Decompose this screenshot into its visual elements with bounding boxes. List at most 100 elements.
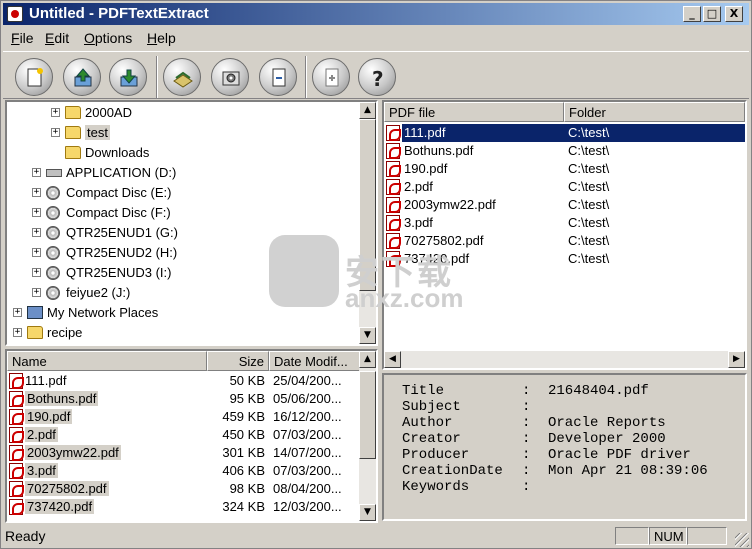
pdf-file-icon [9,445,24,461]
tree-item[interactable]: + test [7,123,359,143]
pdf-file-icon [9,427,24,443]
pdf-folder: C:\test\ [568,215,610,230]
file-date: 05/06/200... [273,391,342,406]
pdf-file-icon [9,481,24,497]
file-row[interactable]: 111.pdf 50 KB 25/04/200... [7,372,359,390]
menu-edit[interactable]: Edit [45,30,69,46]
pdf-file-icon [386,215,401,231]
tree-item[interactable]: +2000AD [7,103,359,123]
minimize-button[interactable]: _ [683,6,701,22]
tree-item[interactable]: + recipe [7,323,359,343]
title-bar[interactable]: Untitled - PDFTextExtract _ □ X [3,3,749,25]
pdf-row[interactable]: Bothuns.pdf C:\test\ [384,142,745,160]
scroll-down-button[interactable]: ▼ [359,327,376,344]
file-name: 737420.pdf [25,499,95,514]
file-row[interactable]: 737420.pdf 324 KB 12/03/200... [7,498,359,516]
tree-item-label: Compact Disc (F:) [66,205,171,220]
menu-help[interactable]: Help [147,30,176,46]
maximize-button[interactable]: □ [703,6,721,22]
pdf-folder: C:\test\ [568,179,610,194]
expand-toggle-icon[interactable]: + [32,208,41,217]
pdf-list[interactable]: PDF file Folder 111.pdf C:\test\ Bothuns.p… [382,100,747,370]
scroll-right-button[interactable]: ▶ [728,351,745,368]
resize-grip[interactable] [735,533,749,547]
pdf-row[interactable]: 111.pdf C:\test\ [384,124,745,142]
pdf-file-name: 190.pdf [404,161,448,176]
tree-item[interactable]: + Compact Disc (E:) [7,183,359,203]
save-button[interactable] [109,58,147,96]
file-date: 08/04/200... [273,481,342,496]
column-header-name[interactable]: Name [7,351,207,371]
file-row[interactable]: 190.pdf 459 KB 16/12/200... [7,408,359,426]
status-pane-empty [687,527,727,545]
pdf-file-icon [386,197,401,213]
file-row[interactable]: Bothuns.pdf 95 KB 05/06/200... [7,390,359,408]
pdf-row[interactable]: 2.pdf C:\test\ [384,178,745,196]
remove-button[interactable] [259,58,297,96]
info-value: 21648404.pdf [548,383,649,399]
expand-toggle-icon[interactable]: + [32,288,41,297]
scroll-left-button[interactable]: ◀ [384,351,401,368]
expand-toggle-icon[interactable]: + [32,168,41,177]
pdf-file-icon [9,499,24,515]
open-button[interactable] [63,58,101,96]
app-icon[interactable] [7,6,23,22]
menu-options[interactable]: Options [84,30,132,46]
expand-toggle-icon[interactable]: + [13,328,22,337]
column-header-folder[interactable]: Folder [564,102,745,122]
close-button[interactable]: X [725,6,743,22]
folder-icon [27,326,43,339]
file-row[interactable]: 3.pdf 406 KB 07/03/200... [7,462,359,480]
pdf-row[interactable]: 2003ymw22.pdf C:\test\ [384,196,745,214]
extract-button[interactable] [163,58,201,96]
file-size: 450 KB [222,427,265,442]
expand-toggle-icon[interactable]: + [51,128,60,137]
file-list-vertical-scrollbar[interactable]: ▲ ▼ [359,351,376,521]
tree-item[interactable]: Downloads [7,143,359,163]
tree-item-label: feiyue2 (J:) [66,285,131,300]
scroll-up-button[interactable]: ▲ [359,102,376,119]
cd-drive-icon [46,186,60,200]
menu-file[interactable]: File [11,30,34,46]
scroll-up-button[interactable]: ▲ [359,351,376,368]
tree-item[interactable]: + APPLICATION (D:) [7,163,359,183]
expand-toggle-icon[interactable]: + [32,268,41,277]
column-header-size[interactable]: Size [207,351,269,371]
scroll-thumb[interactable] [359,371,376,459]
expand-toggle-icon[interactable]: + [32,188,41,197]
add-button[interactable] [312,58,350,96]
file-row[interactable]: 2.pdf 450 KB 07/03/200... [7,426,359,444]
extract-book-icon [173,71,193,88]
folder-tree[interactable]: +2000AD + test Downloads + APPLICATION (D:) + C… [5,100,378,346]
new-button[interactable] [15,58,53,96]
status-num-indicator: NUM [649,527,687,545]
pdf-folder: C:\test\ [568,251,610,266]
app-window: Untitled - PDFTextExtract _ □ X File Edi… [0,0,752,549]
question-icon: ? [372,67,384,89]
info-colon: : [522,447,531,463]
pdf-row[interactable]: 190.pdf C:\test\ [384,160,745,178]
file-row[interactable]: 2003ymw22.pdf 301 KB 14/07/200... [7,444,359,462]
tree-item-label: Compact Disc (E:) [66,185,172,200]
pdf-file-name: Bothuns.pdf [404,143,474,158]
file-list[interactable]: Name Size Date Modif... 111.pdf 50 KB 25/0… [5,349,378,523]
column-header-pdf-file[interactable]: PDF file [384,102,564,122]
expand-toggle-icon[interactable]: + [32,228,41,237]
tree-item-label: APPLICATION (D:) [66,165,177,180]
file-row[interactable]: 70275802.pdf 98 KB 08/04/200... [7,480,359,498]
expand-toggle-icon[interactable]: + [13,308,22,317]
settings-button[interactable] [211,58,249,96]
status-bar: Ready NUM [3,525,749,547]
scroll-down-button[interactable]: ▼ [359,504,376,521]
expand-toggle-icon[interactable]: + [51,108,60,117]
expand-toggle-icon[interactable]: + [32,248,41,257]
pdf-list-horizontal-scrollbar[interactable]: ◀ ▶ [384,351,745,368]
info-colon: : [522,383,531,399]
pdf-folder: C:\test\ [568,161,610,176]
info-colon: : [522,431,531,447]
file-name: 190.pdf [25,409,73,424]
pdf-row[interactable]: 3.pdf C:\test\ [384,214,745,232]
tree-item[interactable]: + Compact Disc (F:) [7,203,359,223]
column-header-date[interactable]: Date Modif... [269,351,363,371]
help-button[interactable]: ? [358,58,396,96]
